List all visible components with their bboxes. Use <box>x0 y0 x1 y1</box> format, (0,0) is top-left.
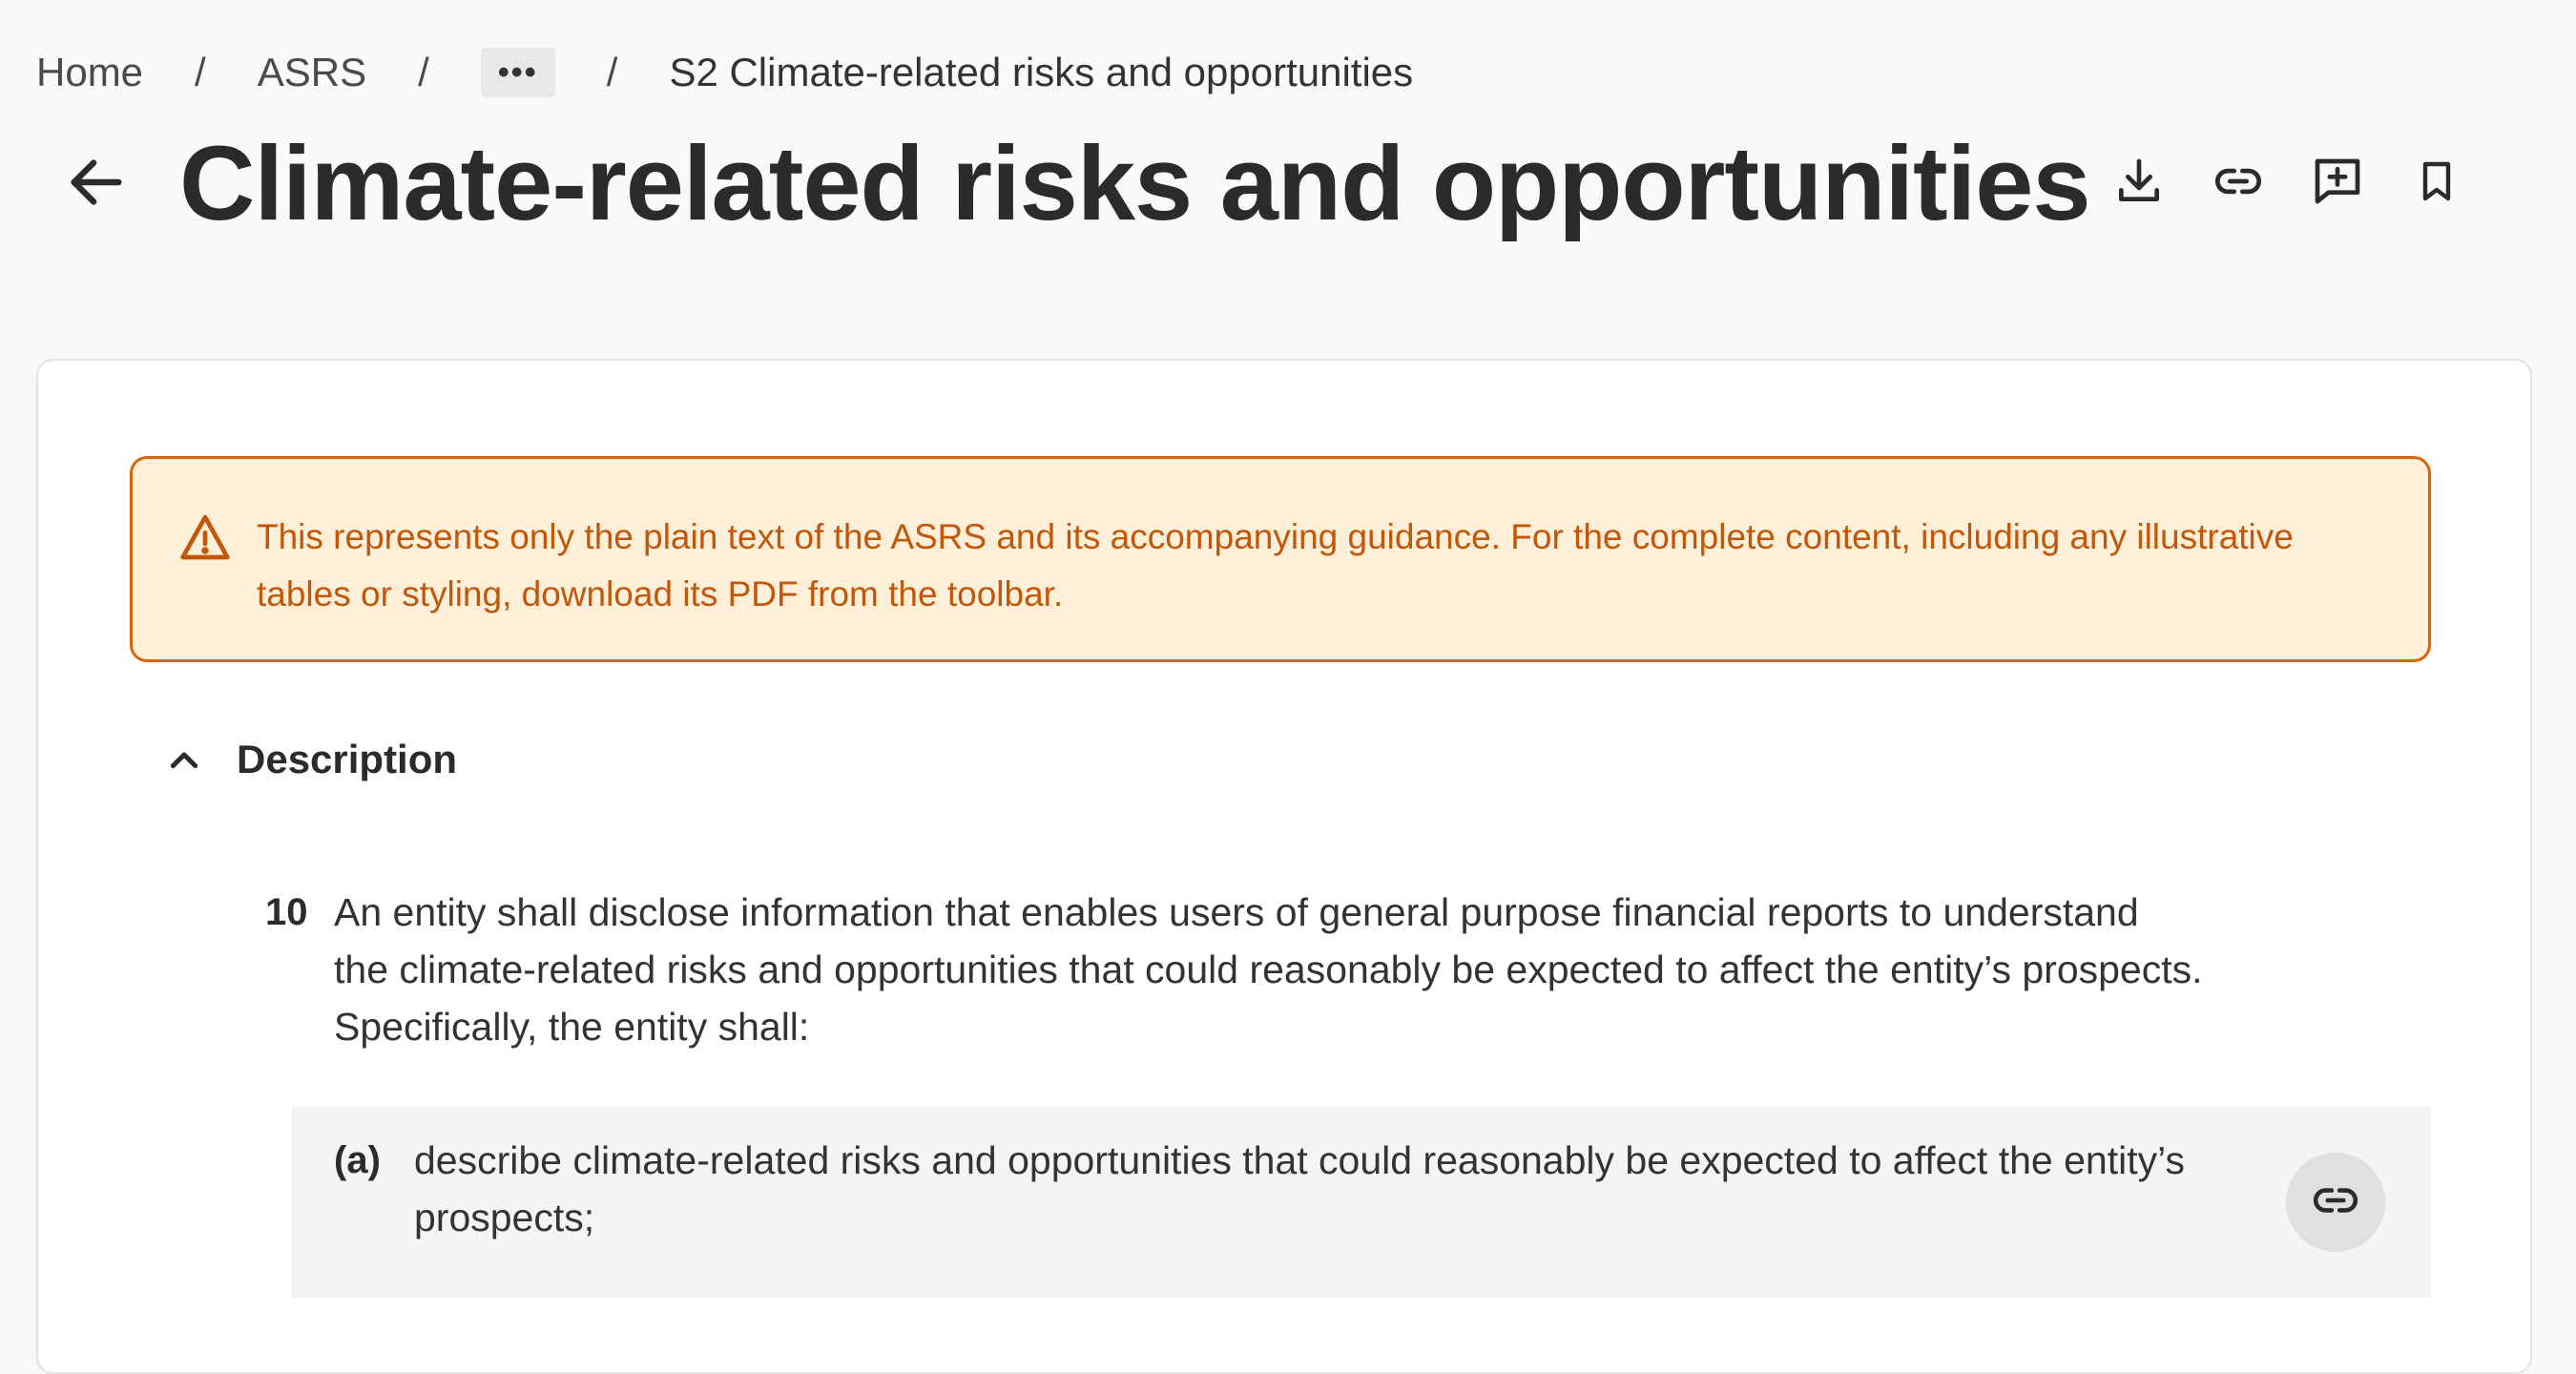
warning-banner: This represents only the plain text of t… <box>130 456 2431 662</box>
copy-link-button[interactable] <box>2208 153 2269 214</box>
toolbar <box>2109 153 2467 214</box>
section-title: Description <box>237 737 458 781</box>
sub-item-text: describe climate-related risks and oppor… <box>414 1138 2185 1239</box>
page-title: Climate-related risks and opportunities <box>179 125 2091 242</box>
back-button[interactable] <box>55 143 137 225</box>
add-comment-button[interactable] <box>2307 153 2368 214</box>
breadcrumb-separator: / <box>195 50 206 94</box>
warning-text: This represents only the plain text of t… <box>257 517 2294 614</box>
warning-triangle-icon <box>178 510 232 564</box>
breadcrumb-separator: / <box>606 50 618 94</box>
arrow-left-icon <box>63 149 130 220</box>
bookmark-icon <box>2414 156 2460 211</box>
paragraph-number: 10 <box>265 891 308 933</box>
download-icon <box>2112 155 2166 213</box>
bookmark-button[interactable] <box>2406 153 2467 214</box>
sub-item: (a) describe climate-related risks and o… <box>292 1107 2431 1298</box>
paragraph-text: An entity shall disclose information tha… <box>334 890 2203 1049</box>
breadcrumb-home[interactable]: Home <box>36 50 143 95</box>
breadcrumb-current: S2 Climate-related risks and opportuniti… <box>669 50 1414 94</box>
breadcrumb-separator: / <box>418 50 429 94</box>
chevron-up-icon <box>162 738 206 781</box>
sub-item-label: (a) <box>334 1139 381 1181</box>
breadcrumb: Home / ASRS / ••• / S2 Climate-related r… <box>36 38 1413 107</box>
copy-subitem-link-button[interactable] <box>2286 1153 2385 1252</box>
download-button[interactable] <box>2109 153 2170 214</box>
paragraph: 10 An entity shall disclose information … <box>265 884 2269 1055</box>
add-comment-icon <box>2311 155 2364 213</box>
description-section-toggle[interactable]: Description <box>162 721 457 798</box>
content-card: This represents only the plain text of t… <box>36 359 2532 1374</box>
link-icon <box>2312 1176 2359 1229</box>
link-icon <box>2213 156 2263 211</box>
breadcrumb-ellipsis-button[interactable]: ••• <box>480 48 555 97</box>
breadcrumb-asrs[interactable]: ASRS <box>258 50 366 95</box>
